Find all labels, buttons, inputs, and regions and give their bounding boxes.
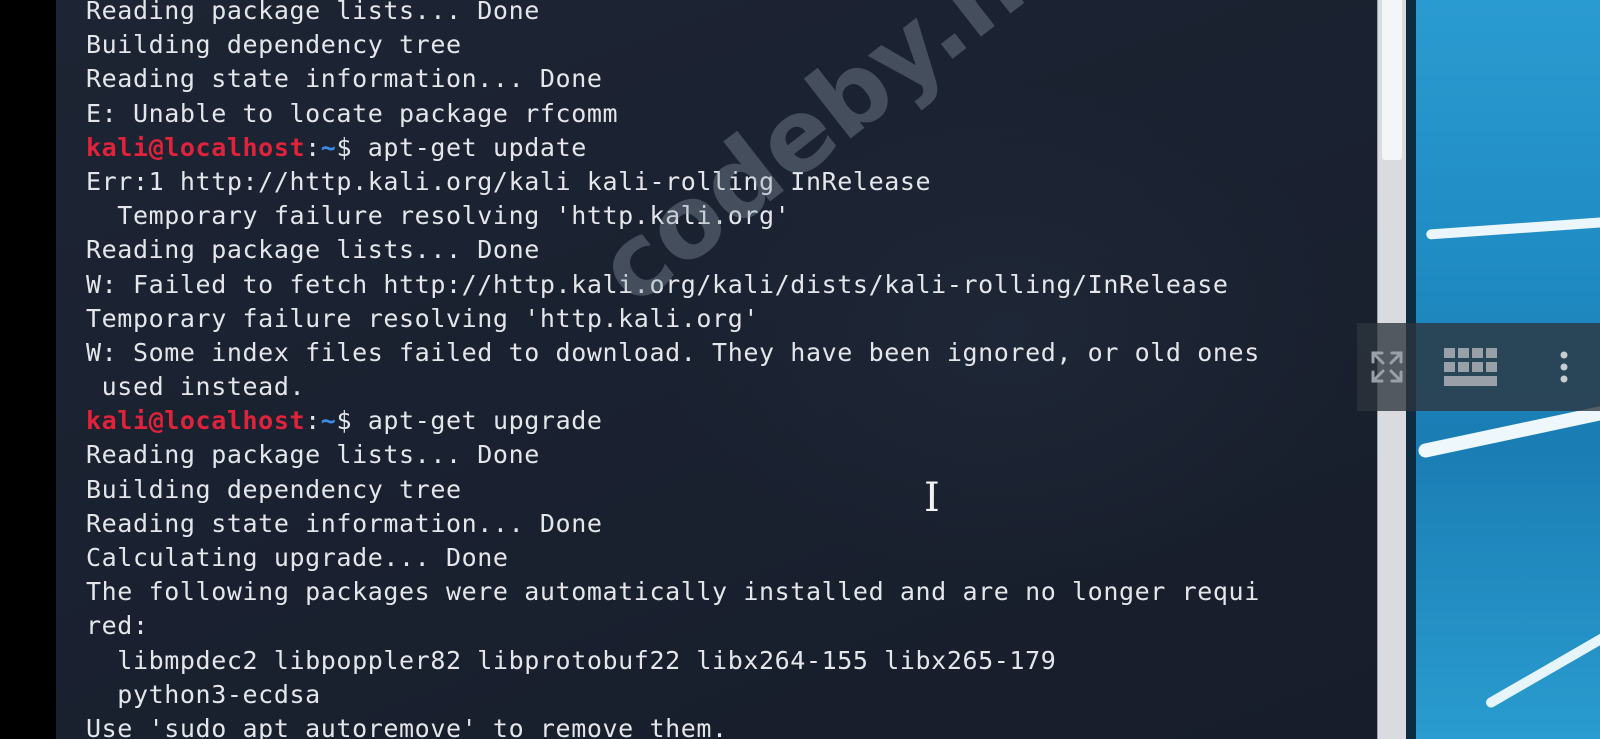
terminal-output[interactable]: Reading package lists... Done Building de… (86, 0, 1260, 739)
scrollbar-thumb[interactable] (1382, 0, 1402, 160)
fullscreen-button[interactable] (1357, 323, 1417, 411)
text-cursor-icon: I (924, 475, 940, 521)
more-vertical-icon (1559, 350, 1569, 384)
expand-icon (1370, 350, 1404, 384)
terminal-output-line: Reading package lists... Done (86, 440, 540, 470)
more-options-button[interactable] (1527, 323, 1600, 411)
prompt-symbol: $ (336, 406, 368, 436)
prompt-separator: : (305, 132, 321, 162)
wallpaper-streak (1425, 214, 1600, 240)
terminal-output-line: red: (86, 611, 149, 641)
terminal-output-line: Building dependency tree (86, 30, 462, 60)
keyboard-grid-icon (1442, 346, 1502, 388)
terminal-output-line: W: Some index files failed to download. … (86, 337, 1260, 367)
terminal-output-line: python3-ecdsa (86, 679, 321, 709)
terminal-prompt-line: kali@localhost:~$ apt-get update (86, 131, 1260, 165)
terminal-output-line: Use 'sudo apt autoremove' to remove them… (86, 713, 728, 739)
terminal-output-line: Temporary failure resolving 'http.kali.o… (86, 201, 791, 231)
left-border (0, 0, 56, 739)
terminal-output-line: Err:1 http://http.kali.org/kali kali-rol… (86, 166, 932, 196)
terminal-output-line: Reading package lists... Done (86, 235, 540, 265)
wallpaper-streak (1484, 620, 1600, 710)
terminal-output-line: Reading state information... Done (86, 64, 603, 94)
terminal-output-line: E: Unable to locate package rfcomm (86, 98, 619, 128)
prompt-command: apt-get upgrade (367, 406, 603, 436)
prompt-user: kali@localhost (86, 406, 306, 436)
terminal-output-line: used instead. (86, 372, 306, 402)
terminal-output-line: Calculating upgrade... Done (86, 543, 509, 572)
terminal-output-line: The following packages were automaticall… (86, 577, 1260, 607)
prompt-path: ~ (320, 132, 337, 162)
prompt-path: ~ (320, 406, 337, 436)
floating-toolbar (1357, 323, 1600, 411)
keyboard-button[interactable] (1417, 323, 1527, 411)
prompt-user: kali@localhost (86, 132, 306, 162)
screen: Reading package lists... Done Building de… (0, 0, 1600, 739)
terminal-output-line: Reading package lists... Done (86, 0, 540, 25)
terminal-window[interactable]: Reading package lists... Done Building de… (56, 0, 1406, 739)
prompt-symbol: $ (336, 132, 368, 162)
terminal-output-line: Building dependency tree (86, 474, 462, 504)
terminal-output-line: Reading state information... Done (86, 508, 603, 538)
terminal-output-line: Temporary failure resolving 'http.kali.o… (86, 303, 760, 333)
prompt-separator: : (305, 406, 321, 436)
prompt-command: apt-get update (367, 132, 587, 162)
terminal-prompt-line: kali@localhost:~$ apt-get upgrade (86, 404, 1260, 438)
terminal-output-line: W: Failed to fetch http://http.kali.org/… (86, 269, 1229, 299)
terminal-output-line: libmpdec2 libpoppler82 libprotobuf22 lib… (86, 645, 1057, 675)
